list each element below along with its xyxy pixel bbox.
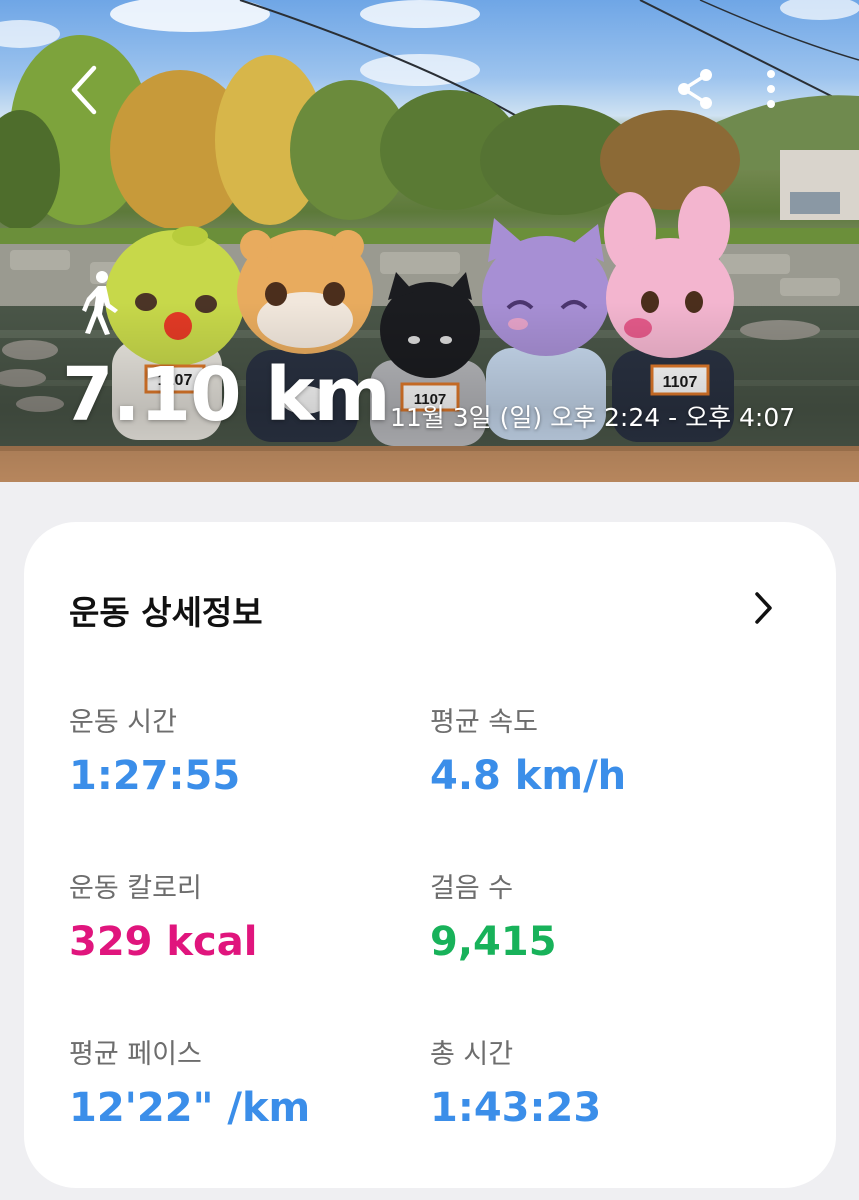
stat-value: 12'22" /km [69, 1085, 311, 1131]
back-button[interactable] [62, 62, 108, 118]
details-expand-button[interactable] [748, 588, 778, 628]
card-title: 운동 상세정보 [69, 593, 263, 632]
more-options-button[interactable] [756, 66, 786, 112]
share-button[interactable] [672, 66, 718, 112]
stat-value: 329 kcal [69, 919, 258, 965]
walking-person-icon [76, 270, 124, 336]
stat-workout-time: 운동 시간 1:27:55 [69, 700, 240, 799]
stat-value: 1:27:55 [69, 753, 241, 799]
back-arrow-icon [71, 65, 97, 115]
stat-label: 평균 페이스 [69, 1039, 202, 1070]
stat-value: 4.8 km/h [430, 753, 627, 799]
stat-total-time: 총 시간 1:43:23 [430, 1032, 601, 1131]
stat-label: 총 시간 [430, 1039, 514, 1070]
stat-label: 걸음 수 [430, 873, 514, 904]
stat-label: 평균 속도 [430, 707, 538, 738]
stat-value: 9,415 [430, 919, 557, 965]
stat-calories: 운동 칼로리 329 kcal [69, 866, 257, 965]
more-vertical-icon [767, 70, 775, 108]
stat-average-speed: 평균 속도 4.8 km/h [430, 700, 626, 799]
workout-details-card: 운동 상세정보 운동 시간 1:27:55 평균 속도 4.8 km/h 운동 … [24, 522, 836, 1188]
stat-value: 1:43:23 [430, 1085, 602, 1131]
chevron-right-icon [755, 592, 772, 624]
stat-steps: 걸음 수 9,415 [430, 866, 557, 965]
stat-average-pace: 평균 페이스 12'22" /km [69, 1032, 310, 1131]
stat-label: 운동 시간 [69, 707, 177, 738]
workout-time-range: 11월 3일 (일) 오후 2:24 - 오후 4:07 [390, 403, 796, 432]
distance-value: 7.10 km [62, 352, 391, 438]
share-icon [678, 69, 712, 109]
stat-label: 운동 칼로리 [69, 873, 202, 904]
